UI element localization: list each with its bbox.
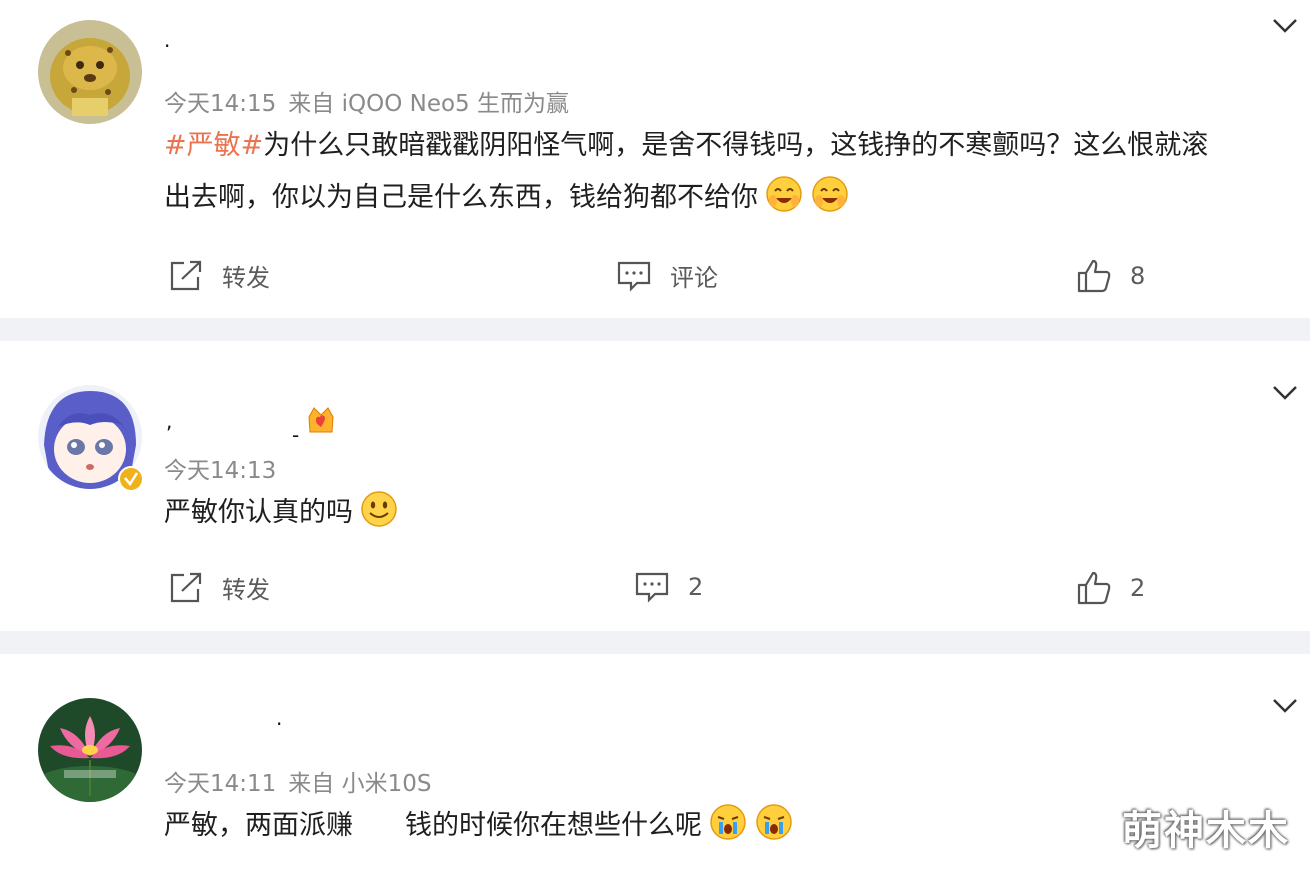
repost-icon (170, 260, 202, 290)
post-text-part1: 严敏，两面派赚 (164, 810, 353, 841)
thumbs-up-icon (1077, 571, 1111, 605)
post-time: 今天14:13 (164, 458, 277, 484)
repost-button[interactable]: 转发 (168, 570, 270, 605)
redacted-username[interactable]: · (276, 712, 282, 736)
repost-label: 转发 (222, 576, 270, 604)
chevron-down-icon[interactable] (1270, 14, 1300, 36)
watermark: 萌神木木 (1122, 808, 1290, 854)
thumbs-up-icon (1077, 259, 1111, 293)
post-time: 今天14:11 (164, 771, 277, 797)
like-button[interactable]: 8 (1076, 258, 1145, 294)
weibo-post-2: , - 今天14:13 严敏你认真的吗 转发 2 2 (0, 341, 1310, 631)
avatar-leopard[interactable] (38, 20, 142, 124)
comment-icon (635, 572, 669, 603)
smile-icon (361, 491, 397, 527)
post-time: 今天14:15 (164, 91, 277, 117)
comment-count: 2 (688, 573, 704, 601)
redacted-username[interactable]: , (166, 409, 172, 433)
comment-label: 评论 (670, 264, 718, 292)
redacted-username[interactable]: · (164, 34, 170, 58)
comment-icon (617, 261, 651, 292)
smiling-face-icon (766, 176, 802, 212)
crying-face-icon (756, 804, 792, 840)
weibo-post-1: · 今天14:15 来自 iQOO Neo5 生而为赢 #严敏#为什么只敢暗戳戳阴… (0, 0, 1310, 318)
hashtag-link[interactable]: #严敏# (164, 130, 263, 161)
post-text-part2: 钱的时候你在想些什么呢 (405, 810, 702, 841)
repost-button[interactable]: 转发 (168, 258, 270, 293)
post-text: 严敏你认真的吗 (164, 487, 399, 539)
smiling-face-icon (812, 176, 848, 212)
repost-label: 转发 (222, 264, 270, 292)
post-text: 严敏，两面派赚 钱的时候你在想些什么呢 (164, 800, 794, 852)
post-meta: 今天14:15 来自 iQOO Neo5 生而为赢 (164, 84, 581, 118)
post-text: #严敏#为什么只敢暗戳戳阴阳怪气啊，是舍不得钱吗，这钱挣的不寒颤吗？这么恨就滚 … (164, 120, 1208, 224)
chevron-down-icon[interactable] (1270, 381, 1300, 403)
post-text-line1: 严敏你认真的吗 (164, 497, 353, 528)
chevron-down-icon[interactable] (1270, 694, 1300, 716)
post-text-line2: 出去啊，你以为自己是什么东西，钱给狗都不给你 (164, 182, 758, 213)
crying-face-icon (710, 804, 746, 840)
verified-badge-icon (118, 466, 144, 492)
comment-button[interactable]: 评论 (616, 258, 718, 293)
like-count: 2 (1130, 574, 1146, 602)
post-text-line1: 为什么只敢暗戳戳阴阳怪气啊，是舍不得钱吗，这钱挣的不寒颤吗？这么恨就滚 (263, 130, 1209, 161)
avatar-lotus[interactable] (38, 698, 142, 802)
member-crown-icon (308, 407, 334, 433)
post-source: 来自 iQOO Neo5 生而为赢 (288, 91, 569, 117)
repost-icon (170, 572, 202, 602)
post-meta: 今天14:13 (164, 451, 288, 485)
post-meta: 今天14:11 来自 小米10S (164, 764, 443, 798)
post-source: 来自 小米10S (288, 771, 432, 797)
weibo-post-3: · 今天14:11 来自 小米10S 严敏，两面派赚 钱的时候你在想些什么呢 (0, 654, 1310, 872)
comment-button[interactable]: 2 (634, 570, 703, 604)
like-button[interactable]: 2 (1076, 570, 1145, 606)
like-count: 8 (1130, 262, 1146, 290)
redacted-username-tail: - (292, 423, 300, 447)
